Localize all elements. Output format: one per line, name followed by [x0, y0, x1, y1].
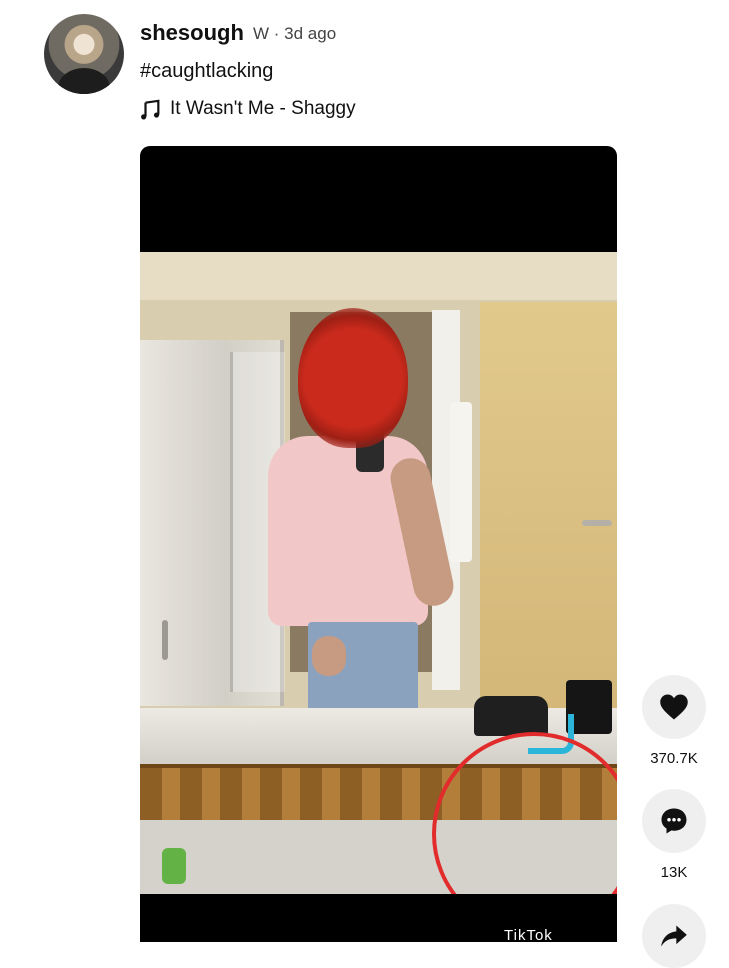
caption-hashtag[interactable]: #caughtlacking — [140, 60, 273, 83]
like-button[interactable] — [642, 675, 706, 739]
avatar-figure — [58, 68, 110, 94]
share-arrow-icon — [661, 925, 687, 947]
username[interactable]: shesough — [140, 20, 244, 46]
comment-count: 13K — [660, 864, 688, 881]
red-scribble — [298, 308, 408, 448]
comment-icon — [661, 808, 687, 834]
share-button[interactable] — [642, 904, 706, 968]
heart-icon — [660, 694, 688, 720]
tiktok-watermark: TikTok — [504, 927, 553, 942]
post-meta: W · 3d ago — [253, 24, 337, 43]
sound-title[interactable]: It Wasn't Me - Shaggy — [170, 98, 356, 120]
music-note-icon — [141, 99, 160, 120]
like-count: 370.7K — [650, 750, 698, 767]
profile-avatar[interactable] — [44, 14, 124, 94]
comment-button[interactable] — [642, 789, 706, 853]
video-frame-image — [140, 252, 617, 894]
video-player[interactable]: TikTok — [140, 146, 617, 942]
